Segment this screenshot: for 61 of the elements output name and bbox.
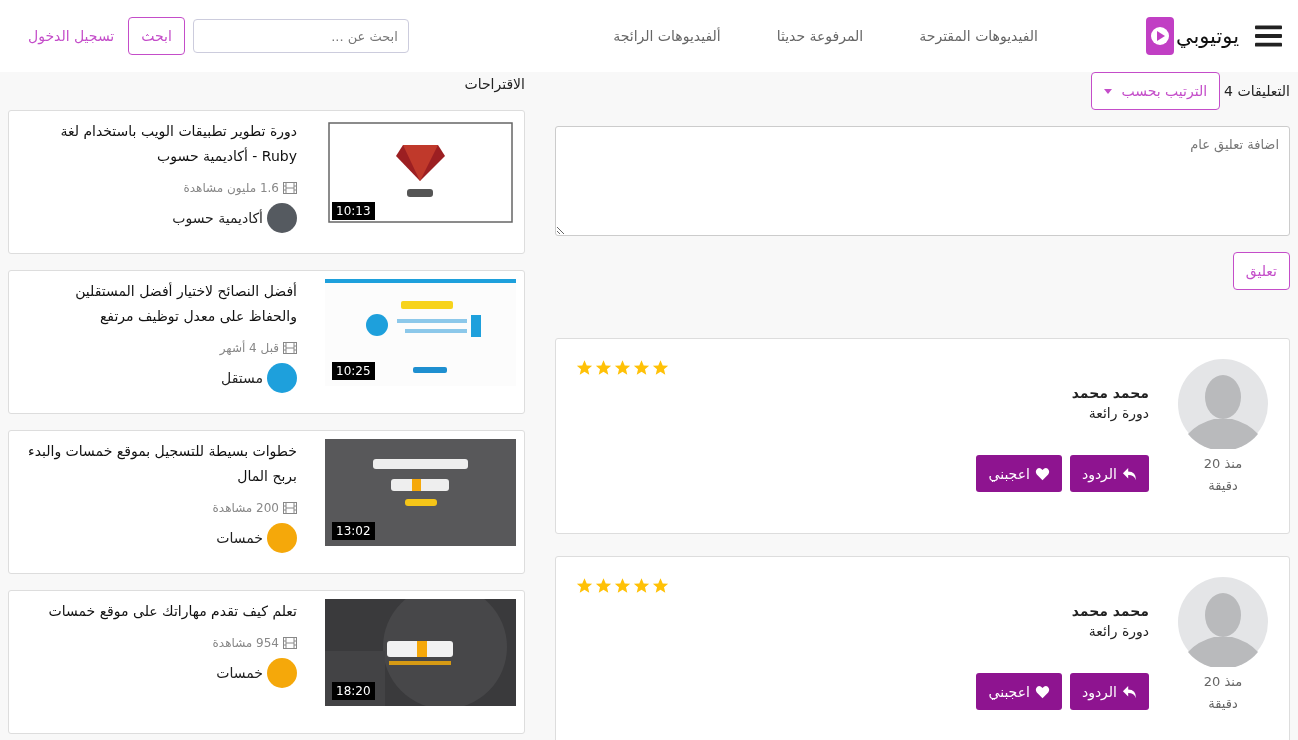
star-icon (633, 359, 650, 376)
star-icon (595, 359, 612, 376)
video-title[interactable]: تعلم كيف تقدم مهاراتك على موقع خمسات (27, 599, 297, 624)
comment-author: محمد محمد (1071, 603, 1149, 619)
sort-dropdown[interactable]: الترتيب بحسب (1090, 72, 1221, 110)
star-icon (633, 577, 650, 594)
comment-button[interactable]: تعليق (1232, 252, 1290, 290)
star-icon (614, 577, 631, 594)
star-icon (652, 577, 669, 594)
channel-name[interactable]: خمسات (216, 530, 263, 546)
video-title[interactable]: خطوات بسيطة للتسجيل بموقع خمسات والبدء بربح المال (27, 439, 297, 489)
channel-name[interactable]: خمسات (216, 665, 263, 681)
video-duration: 18:20 (332, 682, 375, 700)
nav-link[interactable]: ألفيديوهات الرائجة (613, 28, 721, 44)
video-views: 954 مشاهدة (212, 636, 279, 650)
film-icon (283, 637, 297, 649)
star-icon (614, 359, 631, 376)
video-title[interactable]: أفضل النصائح لاختيار أفضل المستقلين والحفاظ على معدل توظيف مرتفع (27, 279, 297, 329)
comment-field[interactable]: اضافة تعليق عام (555, 126, 1290, 236)
video-duration: 13:02 (332, 522, 375, 540)
login-link[interactable]: تسجيل الدخول (28, 28, 115, 44)
search-button[interactable]: ابحث (128, 17, 185, 55)
nav-link[interactable]: المرفوعة حديثا (776, 28, 864, 44)
channel-name[interactable]: مستقل (221, 370, 263, 386)
search-field[interactable]: ابحث عن ... (192, 19, 409, 53)
film-icon (283, 502, 297, 514)
suggestions-heading: الاقتراحات (463, 75, 525, 95)
video-duration: 10:13 (332, 202, 375, 220)
comment-text: دورة رائعة (1088, 405, 1149, 421)
replies-button[interactable]: الردود (1069, 673, 1149, 710)
comment-author: محمد محمد (1071, 385, 1149, 401)
video-views: قبل 4 أشهر (219, 341, 279, 355)
avatar-icon (1178, 359, 1268, 449)
channel-name[interactable]: أكاديمية حسوب (172, 210, 263, 226)
replies-button[interactable]: الردود (1069, 455, 1149, 492)
play-logo-icon[interactable] (1145, 17, 1174, 55)
like-button[interactable]: اعجبني (976, 455, 1062, 492)
heart-icon (1034, 466, 1050, 481)
comment-time: منذ 20 دقيقة (1202, 673, 1244, 713)
reply-icon (1122, 466, 1137, 481)
comments-count: التعليقات 4 (1224, 83, 1290, 99)
video-duration: 10:25 (332, 362, 375, 380)
caret-icon (1103, 88, 1112, 94)
comment-time: منذ 20 دقيقة (1202, 455, 1244, 495)
avatar-icon (1178, 577, 1268, 667)
film-icon (283, 342, 297, 354)
star-icon (576, 577, 593, 594)
video-views: 200 مشاهدة (212, 501, 279, 515)
site-logo-text[interactable]: يوتيوبي (1175, 24, 1239, 48)
film-icon (283, 182, 297, 194)
menu-icon[interactable] (1255, 24, 1282, 48)
nav-link[interactable]: الفيديوهات المقترحة (919, 28, 1038, 44)
star-icon (652, 359, 669, 376)
video-title[interactable]: دورة تطوير تطبيقات الويب باستخدام لغة Ruby - أكاديمية حسوب (27, 119, 297, 169)
video-views: 1.6 مليون مشاهدة (183, 181, 279, 195)
reply-icon (1122, 684, 1137, 699)
star-icon (595, 577, 612, 594)
heart-icon (1034, 684, 1050, 699)
comment-text: دورة رائعة (1088, 623, 1149, 639)
like-button[interactable]: اعجبني (976, 673, 1062, 710)
star-icon (576, 359, 593, 376)
